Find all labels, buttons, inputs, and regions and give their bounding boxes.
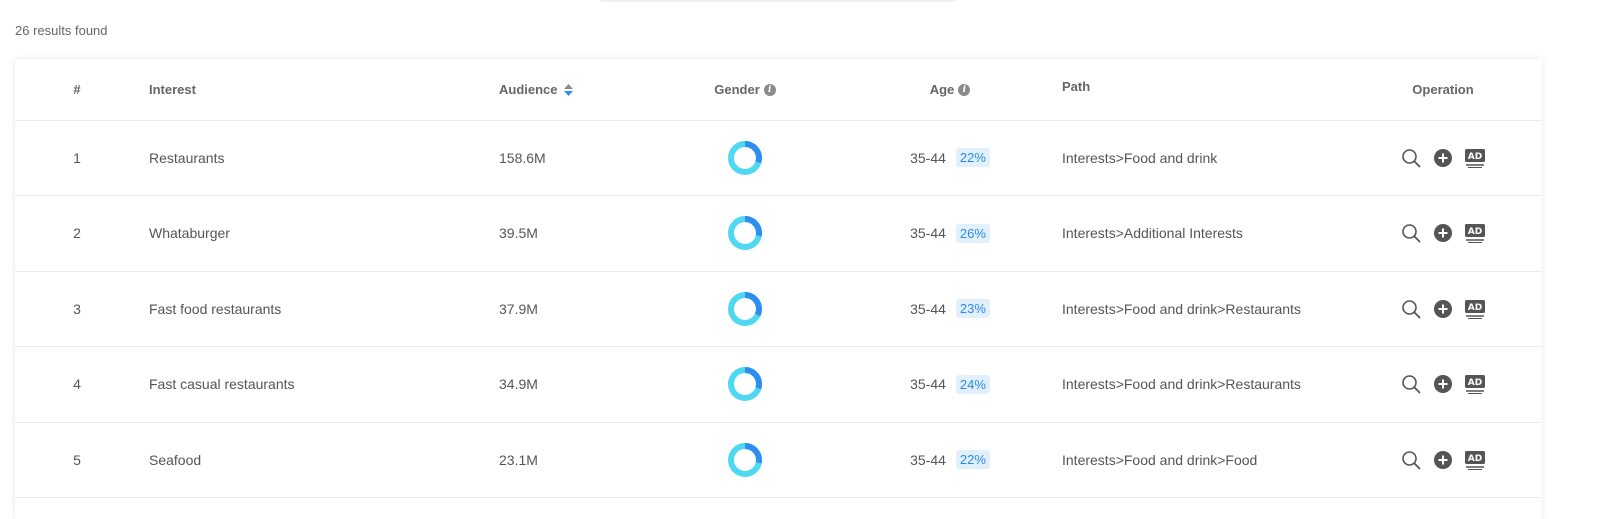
age-range: 35-44 (910, 376, 946, 392)
svg-text:AD: AD (1468, 227, 1482, 237)
age-percent-badge: 22% (955, 148, 990, 167)
gender-donut-cell (665, 120, 825, 195)
interest-table: # Interest Audience Gender i Age i Path … (15, 59, 1542, 519)
age-percent-badge: 22% (955, 450, 990, 469)
row-num: 3 (73, 300, 81, 317)
ad-icon[interactable]: AD (1464, 449, 1486, 471)
search-icon[interactable] (1400, 373, 1422, 395)
age-percent-badge: 26% (955, 223, 990, 243)
results-count: 26 results found (15, 23, 108, 38)
gender-donut-cell (665, 271, 825, 346)
info-icon[interactable]: i (763, 83, 776, 96)
row-path: Interests>Food and drink (1062, 149, 1218, 166)
row-num: 2 (73, 225, 81, 241)
table-row: 1 Restaurants 158.6M 35-44 22% Interests… (15, 120, 1542, 196)
row-age: 35-44 24% (875, 347, 1025, 422)
row-operations: AD (1373, 347, 1513, 422)
plus-circle-icon[interactable] (1432, 373, 1454, 395)
gender-donut (728, 291, 762, 326)
sort-icon[interactable] (563, 83, 573, 96)
row-path: Interests>Food and drink>Restaurants (1062, 300, 1301, 317)
gender-donut-cell (665, 347, 825, 422)
age-range: 35-44 (910, 149, 946, 166)
table-row: 2 Whataburger 39.5M 35-44 26% Interests>… (15, 196, 1542, 272)
plus-circle-icon[interactable] (1432, 298, 1454, 320)
header-interest: Interest (149, 82, 196, 97)
ad-icon[interactable]: AD (1464, 222, 1486, 244)
row-path: Interests>Food and drink>Restaurants (1062, 376, 1301, 392)
ad-icon[interactable]: AD (1464, 373, 1486, 395)
row-interest: Seafood (149, 451, 202, 468)
svg-text:AD: AD (1468, 303, 1482, 313)
row-interest: Restaurants (149, 149, 225, 166)
svg-text:AD: AD (1468, 152, 1482, 162)
gender-donut (728, 216, 762, 250)
svg-text:AD: AD (1468, 378, 1482, 388)
header-num: # (73, 82, 81, 97)
row-num: 5 (73, 451, 81, 468)
row-num: 4 (73, 376, 81, 392)
row-num: 1 (73, 149, 81, 166)
row-age: 35-44 22% (875, 422, 1025, 497)
row-interest: Whataburger (149, 225, 230, 241)
row-age: 35-44 22% (875, 120, 1025, 195)
age-range: 35-44 (910, 300, 946, 317)
table-row: 5 Seafood 23.1M 35-44 22% Interests>Food… (15, 422, 1542, 498)
row-age: 35-44 23% (875, 271, 1025, 346)
top-search-bar-edge (598, 0, 958, 2)
search-icon[interactable] (1400, 449, 1422, 471)
row-interest: Fast food restaurants (149, 300, 282, 317)
header-age: Age i (875, 59, 1025, 120)
search-icon[interactable] (1400, 222, 1422, 244)
gender-donut (728, 140, 762, 175)
gender-donut-cell (665, 196, 825, 271)
plus-circle-icon[interactable] (1432, 449, 1454, 471)
info-icon[interactable]: i (958, 83, 971, 96)
row-age: 35-44 26% (875, 196, 1025, 271)
header-age-label: Age (929, 82, 955, 97)
header-path: Path (1062, 79, 1091, 94)
plus-circle-icon[interactable] (1432, 147, 1454, 169)
row-operations: AD (1373, 196, 1513, 271)
plus-circle-icon[interactable] (1432, 222, 1454, 244)
gender-donut-cell (665, 422, 825, 497)
gender-donut (728, 367, 762, 401)
age-percent-badge: 24% (955, 374, 990, 394)
header-gender: Gender i (665, 59, 825, 120)
gender-donut (728, 442, 762, 477)
age-percent-badge: 23% (955, 299, 990, 318)
header-gender-label: Gender (714, 82, 760, 97)
row-operations: AD (1373, 271, 1513, 346)
age-range: 35-44 (910, 225, 946, 241)
search-icon[interactable] (1400, 298, 1422, 320)
table-header: # Interest Audience Gender i Age i Path … (15, 59, 1542, 121)
ad-icon[interactable]: AD (1464, 298, 1486, 320)
row-operations: AD (1373, 120, 1513, 195)
table-row: 3 Fast food restaurants 37.9M 35-44 23% … (15, 271, 1542, 347)
header-audience-label: Audience (499, 82, 558, 97)
row-path: Interests>Food and drink>Food (1062, 451, 1258, 468)
row-interest: Fast casual restaurants (149, 376, 295, 392)
row-operations: AD (1373, 422, 1513, 497)
header-operation: Operation (1412, 82, 1474, 97)
age-range: 35-44 (910, 451, 946, 468)
table-row: 4 Fast casual restaurants 34.9M 35-44 24… (15, 347, 1542, 423)
ad-icon[interactable]: AD (1464, 147, 1486, 169)
row-path: Interests>Additional Interests (1062, 225, 1243, 241)
search-icon[interactable] (1400, 147, 1422, 169)
svg-text:AD: AD (1468, 454, 1482, 464)
